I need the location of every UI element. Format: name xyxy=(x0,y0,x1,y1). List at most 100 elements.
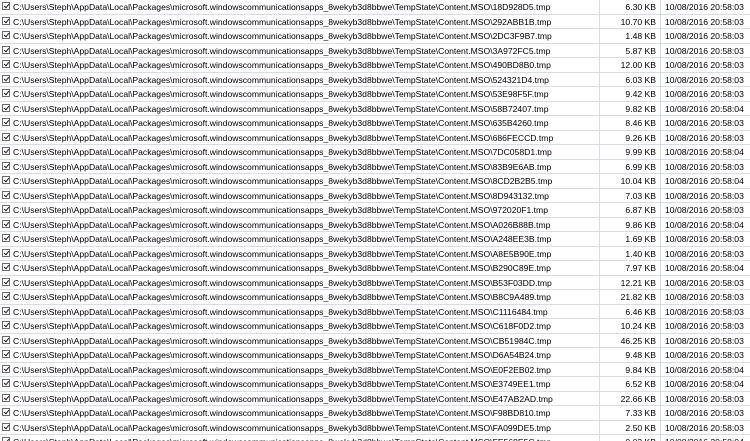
file-path: C:\Users\Steph\AppData\Local\Packages\mi… xyxy=(13,219,551,230)
row-checkbox[interactable] xyxy=(2,393,10,402)
file-size: 9.82 KB xyxy=(625,103,656,114)
row-checkbox[interactable] xyxy=(2,277,10,286)
row-checkbox[interactable] xyxy=(2,118,10,126)
row-checkbox[interactable] xyxy=(2,161,10,170)
file-row[interactable]: C:\Users\Steph\AppData\Local\Packages\mi… xyxy=(0,73,750,87)
row-checkbox[interactable] xyxy=(2,103,10,112)
file-size: 21.82 KB xyxy=(620,292,656,302)
file-date: 10/08/2016 20:58:04 xyxy=(665,147,744,157)
file-row[interactable]: C:\Users\Steph\AppData\Local\Packages\mi… xyxy=(0,44,750,58)
file-row[interactable]: C:\Users\Steph\AppData\Local\Packages\mi… xyxy=(0,218,750,232)
file-path: C:\Users\Steph\AppData\Local\Packages\mi… xyxy=(13,306,548,317)
file-size: 7.33 KB xyxy=(625,408,656,418)
file-row[interactable]: C:\Users\Steph\AppData\Local\Packages\mi… xyxy=(0,102,750,116)
file-date: 10/08/2016 20:58:03 xyxy=(665,350,744,360)
file-row[interactable]: C:\Users\Steph\AppData\Local\Packages\mi… xyxy=(0,0,750,15)
file-row[interactable]: C:\Users\Steph\AppData\Local\Packages\mi… xyxy=(0,174,750,189)
row-checkbox[interactable] xyxy=(2,263,10,271)
file-size: 8.46 KB xyxy=(625,118,656,128)
file-date: 10/08/2016 20:58:03 xyxy=(665,292,744,302)
file-size: 10.04 KB xyxy=(620,176,656,186)
file-row[interactable]: C:\Users\Steph\AppData\Local\Packages\mi… xyxy=(0,377,750,392)
file-row[interactable]: C:\Users\Steph\AppData\Local\Packages\mi… xyxy=(0,160,750,174)
file-row[interactable]: C:\Users\Steph\AppData\Local\Packages\mi… xyxy=(0,363,750,377)
file-path: C:\Users\Steph\AppData\Local\Packages\mi… xyxy=(13,277,552,288)
file-date: 10/08/2016 20:58:04 xyxy=(665,435,744,441)
file-path: C:\Users\Steph\AppData\Local\Packages\mi… xyxy=(13,248,552,259)
file-date: 10/08/2016 20:58:03 xyxy=(665,74,744,85)
file-row[interactable]: C:\Users\Steph\AppData\Local\Packages\mi… xyxy=(0,131,750,145)
file-row[interactable]: C:\Users\Steph\AppData\Local\Packages\mi… xyxy=(0,189,750,203)
file-path: C:\Users\Steph\AppData\Local\Packages\mi… xyxy=(13,161,552,172)
row-checkbox[interactable] xyxy=(2,422,10,431)
file-row[interactable]: C:\Users\Steph\AppData\Local\Packages\mi… xyxy=(0,319,750,334)
row-checkbox[interactable] xyxy=(2,16,10,25)
file-row[interactable]: C:\Users\Steph\AppData\Local\Packages\mi… xyxy=(0,435,750,441)
file-date: 10/08/2016 20:58:03 xyxy=(665,132,744,143)
row-checkbox[interactable] xyxy=(2,379,10,387)
file-row[interactable]: C:\Users\Steph\AppData\Local\Packages\mi… xyxy=(0,247,750,261)
row-checkbox[interactable] xyxy=(2,147,10,155)
row-checkbox[interactable] xyxy=(2,234,10,242)
file-date: 10/08/2016 20:58:04 xyxy=(665,103,744,114)
file-size: 12.00 KB xyxy=(620,60,656,70)
row-checkbox[interactable] xyxy=(2,364,10,373)
file-path: C:\Users\Steph\AppData\Local\Packages\mi… xyxy=(13,379,551,389)
row-checkbox[interactable] xyxy=(2,248,10,257)
file-path: C:\Users\Steph\AppData\Local\Packages\mi… xyxy=(13,60,551,70)
file-row[interactable]: C:\Users\Steph\AppData\Local\Packages\mi… xyxy=(0,15,750,29)
file-date: 10/08/2016 20:58:03 xyxy=(665,422,744,433)
file-row[interactable]: C:\Users\Steph\AppData\Local\Packages\mi… xyxy=(0,232,750,247)
file-date: 10/08/2016 20:58:03 xyxy=(665,118,744,128)
row-checkbox[interactable] xyxy=(2,45,10,54)
file-row[interactable]: C:\Users\Steph\AppData\Local\Packages\mi… xyxy=(0,334,750,348)
file-size: 6.30 KB xyxy=(625,2,656,12)
row-checkbox[interactable] xyxy=(2,219,10,228)
row-checkbox[interactable] xyxy=(2,335,10,344)
file-size: 7.97 KB xyxy=(625,263,656,273)
row-checkbox[interactable] xyxy=(2,321,10,329)
row-checkbox[interactable] xyxy=(2,60,10,68)
file-row[interactable]: C:\Users\Steph\AppData\Local\Packages\mi… xyxy=(0,116,750,131)
file-row[interactable]: C:\Users\Steph\AppData\Local\Packages\mi… xyxy=(0,58,750,73)
row-checkbox[interactable] xyxy=(2,176,10,184)
file-row[interactable]: C:\Users\Steph\AppData\Local\Packages\mi… xyxy=(0,29,750,44)
file-path: C:\Users\Steph\AppData\Local\Packages\mi… xyxy=(13,176,553,186)
file-rows: C:\Users\Steph\AppData\Local\Packages\mi… xyxy=(0,0,750,441)
row-checkbox[interactable] xyxy=(2,2,10,10)
row-checkbox[interactable] xyxy=(2,292,10,300)
file-row[interactable]: C:\Users\Steph\AppData\Local\Packages\mi… xyxy=(0,406,750,421)
file-size: 5.87 KB xyxy=(625,45,656,56)
file-path: C:\Users\Steph\AppData\Local\Packages\mi… xyxy=(13,234,552,244)
file-path: C:\Users\Steph\AppData\Local\Packages\mi… xyxy=(13,132,554,143)
row-checkbox[interactable] xyxy=(2,190,10,199)
row-checkbox[interactable] xyxy=(2,132,10,141)
file-row[interactable]: C:\Users\Steph\AppData\Local\Packages\mi… xyxy=(0,421,750,435)
file-path: C:\Users\Steph\AppData\Local\Packages\mi… xyxy=(13,435,596,441)
row-checkbox[interactable] xyxy=(2,437,10,441)
row-checkbox[interactable] xyxy=(2,31,10,39)
row-checkbox[interactable] xyxy=(2,408,10,416)
row-checkbox[interactable] xyxy=(2,205,10,213)
file-path: C:\Users\Steph\AppData\Local\Packages\mi… xyxy=(13,393,553,404)
file-date: 10/08/2016 20:58:03 xyxy=(665,277,744,288)
file-path: C:\Users\Steph\AppData\Local\Packages\mi… xyxy=(13,147,552,157)
row-checkbox[interactable] xyxy=(2,350,10,358)
file-row[interactable]: C:\Users\Steph\AppData\Local\Packages\mi… xyxy=(0,290,750,305)
file-row[interactable]: C:\Users\Steph\AppData\Local\Packages\mi… xyxy=(0,261,750,276)
row-checkbox[interactable] xyxy=(2,89,10,97)
row-checkbox[interactable] xyxy=(2,74,10,83)
file-date: 10/08/2016 20:58:03 xyxy=(665,234,744,244)
file-row[interactable]: C:\Users\Steph\AppData\Local\Packages\mi… xyxy=(0,276,750,290)
file-row[interactable]: C:\Users\Steph\AppData\Local\Packages\mi… xyxy=(0,87,750,102)
file-row[interactable]: C:\Users\Steph\AppData\Local\Packages\mi… xyxy=(0,348,750,363)
file-date: 10/08/2016 20:58:03 xyxy=(665,31,744,41)
file-date: 10/08/2016 20:58:03 xyxy=(665,45,744,56)
file-path: C:\Users\Steph\AppData\Local\Packages\mi… xyxy=(13,422,551,433)
file-row[interactable]: C:\Users\Steph\AppData\Local\Packages\mi… xyxy=(0,145,750,160)
row-checkbox[interactable] xyxy=(2,306,10,315)
file-row[interactable]: C:\Users\Steph\AppData\Local\Packages\mi… xyxy=(0,203,750,218)
file-date: 10/08/2016 20:58:03 xyxy=(665,393,744,404)
file-row[interactable]: C:\Users\Steph\AppData\Local\Packages\mi… xyxy=(0,392,750,406)
file-row[interactable]: C:\Users\Steph\AppData\Local\Packages\mi… xyxy=(0,305,750,319)
